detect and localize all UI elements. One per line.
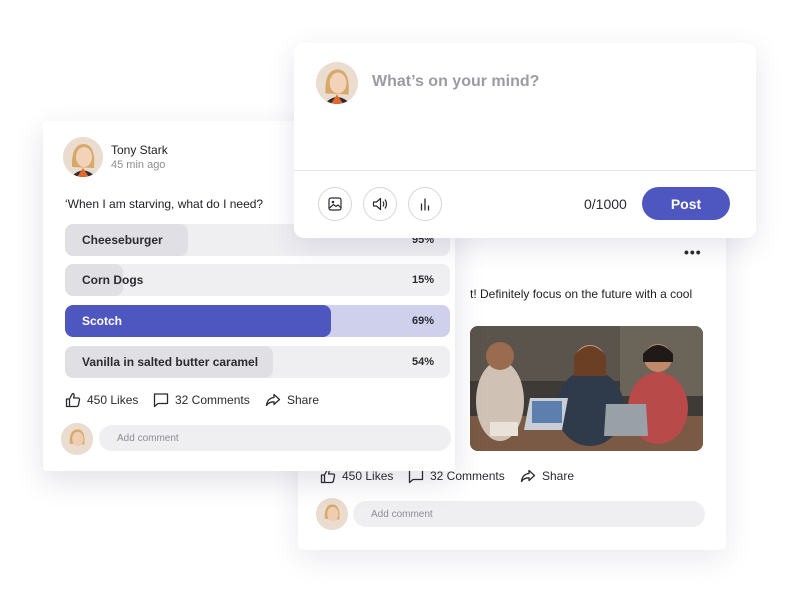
share-label: Share: [287, 393, 320, 407]
share-label: Share: [542, 469, 575, 483]
poll-option-label: Vanilla in salted butter caramel: [82, 355, 259, 369]
thumbs-up-icon: [65, 392, 81, 408]
post-composer: What’s on your mind? 0/1000 Post: [294, 43, 756, 238]
comment-input[interactable]: Add comment: [353, 501, 705, 527]
poll-option-label: Scotch: [82, 314, 123, 328]
commenter-avatar: [61, 423, 93, 455]
poll-option-label: Corn Dogs: [82, 273, 144, 287]
poll-option-corn-dogs[interactable]: Corn Dogs 15%: [65, 264, 450, 296]
image-icon: [328, 197, 342, 211]
comments-button[interactable]: 32 Comments: [153, 392, 250, 408]
poll-option-percent: 69%: [411, 315, 434, 327]
post-button[interactable]: Post: [642, 187, 730, 220]
speaker-icon: [372, 197, 388, 211]
bar-chart-icon: [420, 198, 430, 211]
like-button[interactable]: 450 Likes: [65, 392, 138, 408]
comments-count: 32 Comments: [430, 469, 505, 483]
comment-input[interactable]: Add comment: [99, 425, 451, 451]
comments-count: 32 Comments: [175, 393, 250, 407]
user-avatar: [316, 62, 358, 104]
author-avatar: [63, 137, 103, 177]
commenter-avatar: [316, 498, 348, 530]
poll-option-percent: 54%: [411, 356, 434, 368]
poll-option-vanilla[interactable]: Vanilla in salted butter caramel 54%: [65, 346, 450, 378]
add-poll-button[interactable]: [408, 187, 442, 221]
post-text: t! Definitely focus on the future with a…: [470, 287, 693, 301]
likes-count: 450 Likes: [87, 393, 139, 407]
author-name[interactable]: Tony Stark: [111, 143, 168, 157]
post-photo[interactable]: [470, 326, 703, 451]
share-button[interactable]: Share: [520, 468, 574, 484]
poll-option-percent: 15%: [411, 274, 434, 286]
character-counter: 0/1000: [584, 196, 627, 212]
likes-count: 450 Likes: [342, 469, 394, 483]
share-icon: [520, 469, 536, 483]
share-button[interactable]: Share: [265, 392, 319, 408]
more-options-icon[interactable]: •••: [684, 244, 702, 260]
post-time: 45 min ago: [111, 159, 166, 171]
poll-question: ‘When I am starving, what do I need?: [65, 197, 264, 211]
poll-option-scotch[interactable]: Scotch 69%: [65, 305, 450, 337]
add-audio-button[interactable]: [363, 187, 397, 221]
poll-option-label: Cheeseburger: [82, 233, 163, 247]
share-icon: [265, 393, 281, 407]
divider: [294, 170, 756, 171]
post-input[interactable]: What’s on your mind?: [372, 73, 539, 91]
add-image-button[interactable]: [318, 187, 352, 221]
comment-icon: [153, 393, 169, 408]
